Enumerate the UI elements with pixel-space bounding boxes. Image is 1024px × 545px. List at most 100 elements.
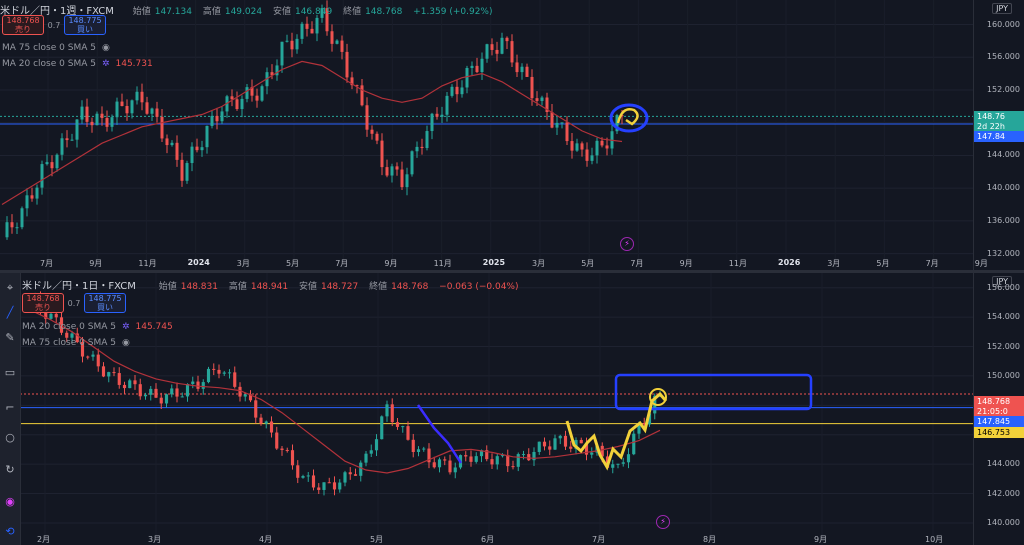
candle-body <box>380 416 384 440</box>
cursor-icon[interactable]: ⌖ <box>3 281 17 295</box>
candle-body <box>295 38 299 50</box>
weekly-chart-canvas[interactable] <box>0 0 974 270</box>
price-tick-label: 144.000 <box>986 150 1020 160</box>
trendline-icon[interactable]: ╱ <box>3 306 17 320</box>
candle-body <box>343 472 347 483</box>
eye-icon[interactable]: ◉ <box>122 338 130 348</box>
sell-button[interactable]: 148.768 売り <box>2 15 44 35</box>
color-icon[interactable]: ◉ <box>3 495 17 509</box>
candle-body <box>110 117 114 127</box>
sell-button[interactable]: 148.768 売り <box>22 293 64 313</box>
time-axis-label: 2024 <box>187 258 210 267</box>
candle-body <box>537 441 541 452</box>
circle-icon[interactable]: ○ <box>3 431 17 445</box>
candle-body <box>611 464 615 468</box>
candle-body <box>340 40 344 52</box>
candle-body <box>621 462 625 464</box>
candle-body <box>437 459 442 468</box>
indicator-ma20[interactable]: MA 20 close 0 SMA 5 ✲ 145.731 <box>2 59 153 69</box>
weekly-chart-pane[interactable]: 米ドル／円・1週・FXCM 始値 147.134 高値 149.024 安値 146.… <box>0 0 1024 270</box>
candle-body <box>432 462 436 468</box>
ohlc-open-label: 始値 <box>132 7 151 17</box>
candle-body <box>430 113 434 132</box>
time-axis-label: 7月 <box>335 259 349 268</box>
price-tick-label: 156.000 <box>986 52 1020 62</box>
magnet-icon[interactable]: ⟲ <box>3 525 17 539</box>
candle-body <box>511 466 515 468</box>
daily-chart-pane[interactable]: 米ドル／円・1日・FXCM 始値 148.831 高値 148.941 安値 148.… <box>0 273 1024 545</box>
candle-body <box>215 115 219 122</box>
candle-body <box>255 95 259 101</box>
time-axis-label: 5月 <box>370 535 384 544</box>
candle-body <box>164 394 169 404</box>
candle-body <box>117 373 121 385</box>
buy-button[interactable]: 148.775 買い <box>84 293 126 313</box>
time-axis-label: 9月 <box>974 259 988 268</box>
daily-symbol[interactable]: 米ドル／円・1日・FXCM <box>22 281 136 292</box>
settings-icon[interactable]: ✲ <box>102 59 110 69</box>
candle-body <box>585 149 589 161</box>
candle-body <box>243 394 247 397</box>
candle-body <box>535 98 539 101</box>
candle-body <box>230 96 234 100</box>
rectangle-icon[interactable]: ▭ <box>3 366 17 380</box>
candle-body <box>416 449 421 453</box>
candle-body <box>469 456 473 462</box>
candle-body <box>425 131 429 148</box>
eye-icon[interactable]: ◉ <box>102 43 110 53</box>
time-axis-label: 3月 <box>236 259 250 268</box>
daily-legend: 米ドル／円・1日・FXCM 始値 148.831 高値 148.941 安値 148.… <box>22 277 523 292</box>
candle-body <box>590 452 594 455</box>
indicator-ma75[interactable]: MA 75 close 0 SMA 5 ◉ <box>2 43 110 53</box>
candle-body <box>240 98 244 110</box>
indicator-ma20[interactable]: MA 20 close 0 SMA 5 ✲ 145.745 <box>22 322 173 332</box>
candle-body <box>30 195 34 199</box>
candle-body <box>145 102 149 114</box>
time-axis-label: 7月 <box>40 259 54 268</box>
candle-body <box>411 439 415 453</box>
candle-body <box>280 448 284 450</box>
candle-body <box>558 435 562 439</box>
candle-body <box>422 448 426 450</box>
candle-body <box>259 417 263 424</box>
candle-body <box>605 145 609 149</box>
currency-label[interactable]: JPY <box>992 3 1012 14</box>
candle-body <box>227 372 232 374</box>
candle-body <box>490 459 494 465</box>
candle-body <box>569 446 573 449</box>
candle-body <box>563 435 568 447</box>
price-tick-label: 144.000 <box>986 459 1020 469</box>
pen-icon[interactable]: ✎ <box>3 331 17 345</box>
candle-body <box>10 222 14 228</box>
sell-label: 売り <box>35 303 51 312</box>
candle-body <box>206 368 211 383</box>
candle-body <box>553 438 557 450</box>
candle-body <box>180 396 184 398</box>
candle-body <box>220 111 224 122</box>
candle-body <box>5 222 9 238</box>
candle-body <box>590 155 594 161</box>
candle-body <box>464 455 468 457</box>
daily-trade-buttons: 148.768 売り 0.7 148.775 買い <box>22 293 126 313</box>
candle-body <box>540 97 544 101</box>
candle-body <box>401 426 405 428</box>
buy-button[interactable]: 148.775 買い <box>64 15 106 35</box>
candle-body <box>548 446 552 450</box>
settings-icon[interactable]: ✲ <box>122 322 130 332</box>
lightning-icon[interactable]: ⚡ <box>620 237 634 251</box>
candle-body <box>95 113 99 126</box>
candle-body <box>335 40 339 44</box>
candle-body <box>60 138 64 155</box>
brush-icon[interactable]: ⌐ <box>3 401 17 415</box>
lightning-icon[interactable]: ⚡ <box>656 515 670 529</box>
candle-body <box>115 101 119 118</box>
indicator-value: 145.745 <box>135 322 173 332</box>
indicator-ma75[interactable]: MA 75 close 0 SMA 5 ◉ <box>22 338 130 348</box>
candle-body <box>15 227 19 229</box>
ohlc-low-label: 安値 <box>298 282 317 292</box>
blue-box-annotation <box>614 373 813 411</box>
daily-chart-canvas[interactable] <box>0 273 974 545</box>
rotate-icon[interactable]: ↻ <box>3 463 17 477</box>
candle-body <box>275 432 279 449</box>
buy-label: 買い <box>97 303 113 312</box>
